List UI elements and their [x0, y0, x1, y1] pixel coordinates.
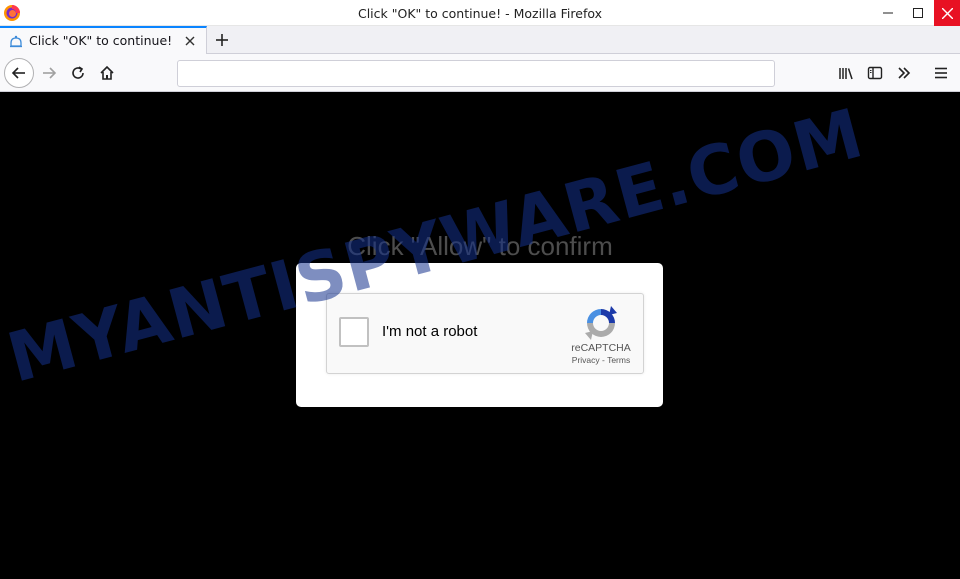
- privacy-link[interactable]: Privacy: [572, 355, 600, 365]
- new-tab-icon: [216, 34, 228, 46]
- sidebar-icon: [867, 66, 883, 80]
- terms-link[interactable]: Terms: [607, 355, 630, 365]
- reload-button[interactable]: [64, 59, 92, 87]
- maximize-icon: [913, 8, 923, 18]
- navigation-toolbar: [0, 54, 960, 92]
- close-icon: [941, 7, 953, 19]
- recaptcha-brand: reCAPTCHA: [571, 342, 631, 354]
- hamburger-menu-icon: [935, 67, 947, 79]
- url-bar[interactable]: [177, 60, 775, 87]
- back-button[interactable]: [4, 58, 34, 88]
- library-icon: [839, 68, 853, 80]
- new-tab-button[interactable]: [210, 26, 234, 54]
- minimize-button[interactable]: [874, 0, 902, 26]
- tab-favicon-icon: [10, 35, 22, 48]
- checkbox-label: I'm not a robot: [382, 323, 478, 340]
- recaptcha-links: Privacy - Terms: [557, 355, 645, 365]
- forward-button[interactable]: [35, 59, 63, 87]
- home-icon: [100, 65, 114, 80]
- recaptcha-logo-icon: [585, 306, 617, 340]
- sidebar-button[interactable]: [861, 59, 889, 87]
- window-titlebar: Click "OK" to continue! - Mozilla Firefo…: [0, 0, 960, 26]
- link-separator: -: [599, 355, 608, 365]
- maximize-button[interactable]: [904, 0, 932, 26]
- window-title: Click "OK" to continue! - Mozilla Firefo…: [357, 6, 603, 21]
- tab-title: Click "OK" to continue!: [29, 33, 173, 48]
- library-button[interactable]: [832, 59, 860, 87]
- tab-active[interactable]: Click "OK" to continue!: [0, 26, 207, 54]
- page-content: Click "Allow" to confirm I'm not a robot…: [0, 93, 960, 579]
- close-window-button[interactable]: [934, 0, 960, 26]
- main-menu-button[interactable]: [927, 59, 955, 87]
- tab-close-icon[interactable]: [183, 34, 197, 48]
- minimize-icon: [883, 12, 893, 14]
- not-robot-checkbox[interactable]: [339, 317, 369, 347]
- recaptcha-widget: I'm not a robot reCAPTCHA Privacy - Term…: [326, 293, 644, 374]
- back-icon: [11, 67, 25, 79]
- forward-icon: [43, 67, 57, 79]
- home-button[interactable]: [93, 59, 121, 87]
- reload-icon: [72, 66, 84, 79]
- overflow-menu-button[interactable]: [890, 59, 918, 87]
- tab-strip: Click "OK" to continue!: [0, 26, 960, 54]
- overflow-icon: [898, 67, 911, 79]
